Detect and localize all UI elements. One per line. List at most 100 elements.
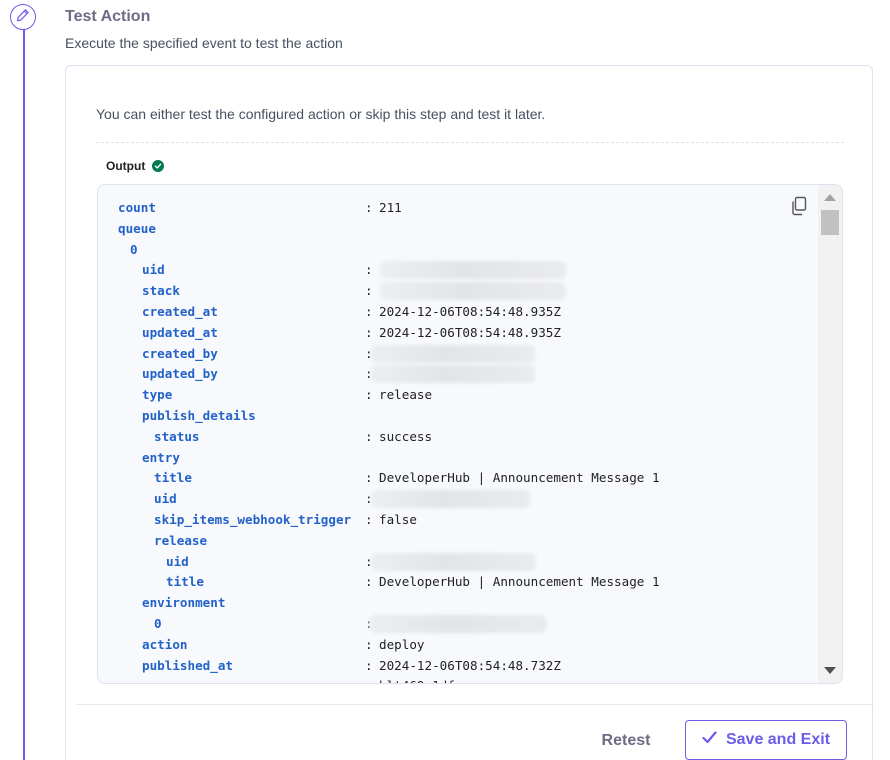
output-key: type	[142, 387, 173, 403]
output-row: skip_items_webhook_trigger: false	[98, 510, 798, 530]
output-key: publish_details	[142, 408, 256, 423]
output-row: stack:	[98, 281, 798, 301]
redacted-value	[380, 261, 566, 280]
output-value: false	[379, 512, 417, 527]
scroll-thumb[interactable]	[821, 210, 839, 235]
save-and-exit-label: Save and Exit	[725, 731, 831, 748]
output-separator: :	[365, 574, 373, 590]
output-row: updated_by:	[98, 364, 798, 384]
output-key: release	[154, 532, 208, 548]
pencil-icon	[16, 8, 30, 27]
output-row: queue	[98, 219, 798, 239]
output-separator: :	[365, 512, 373, 527]
output-separator: :	[365, 657, 373, 673]
output-key: uid	[154, 491, 177, 507]
scroll-up-arrow-icon[interactable]	[824, 194, 836, 201]
redacted-value	[371, 552, 536, 571]
redacted-value	[380, 282, 566, 301]
output-row: publish_details	[98, 406, 798, 426]
output-row: type: release	[98, 385, 798, 405]
output-value: 2024-12-06T08:54:48.935Z	[379, 324, 561, 340]
output-separator: :	[365, 636, 373, 652]
output-value: deploy	[379, 636, 425, 652]
output-separator: :	[365, 676, 373, 683]
output-row: release	[98, 531, 798, 551]
intro-text: You can either test the configured actio…	[96, 106, 546, 122]
output-label-text: Output	[106, 159, 146, 173]
output-key: title	[166, 574, 204, 590]
output-separator: :	[365, 304, 373, 319]
output-value: release	[379, 387, 433, 403]
output-row: created_by:	[98, 344, 798, 364]
step-timeline-line	[23, 27, 25, 760]
copy-icon[interactable]	[790, 196, 808, 216]
output-key: created_at	[142, 304, 218, 319]
output-row: title: DeveloperHub | Announcement Messag…	[98, 468, 798, 488]
output-value: success	[379, 428, 433, 444]
output-separator: :	[365, 283, 373, 299]
test-action-card: You can either test the configured actio…	[65, 65, 874, 760]
output-key: queue	[118, 220, 156, 236]
output-row: uid:	[98, 260, 798, 280]
output-value: 211	[379, 200, 402, 215]
output-value: DeveloperHub | Announcement Message 1	[379, 574, 660, 590]
output-key: uid	[166, 553, 189, 569]
output-key: 0	[154, 616, 162, 631]
output-value: DeveloperHub | Announcement Message 1	[379, 470, 660, 486]
output-scrollbar[interactable]	[818, 185, 842, 683]
output-row: title: DeveloperHub | Announcement Messag…	[98, 572, 798, 592]
dashed-divider	[96, 142, 844, 143]
output-separator: :	[365, 200, 373, 215]
scroll-down-arrow-icon[interactable]	[824, 667, 836, 674]
output-key: count	[118, 200, 156, 215]
output-value: 2024-12-06T08:54:48.732Z	[379, 657, 561, 673]
output-row: published_at:2024-12-06T08:54:48.732Z	[98, 656, 798, 676]
output-separator: :	[365, 387, 373, 403]
output-value: blt469c1df...	[379, 676, 478, 683]
output-key: action	[142, 636, 188, 652]
output-key: uid	[142, 262, 165, 278]
output-row: environment	[98, 593, 798, 613]
output-key: created_by	[142, 345, 218, 361]
output-separator: :	[365, 324, 373, 340]
output-row: updated_at:2024-12-06T08:54:48.935Z	[98, 323, 798, 343]
output-row: entry	[98, 448, 798, 468]
output-key: title	[154, 470, 192, 486]
check-circle-icon	[152, 160, 165, 172]
output-separator: :	[365, 428, 373, 444]
output-row: 0	[98, 240, 798, 260]
output-key: entry	[142, 449, 180, 465]
step-indicator	[10, 4, 36, 30]
output-key: skip_items_webhook_trigger	[154, 512, 352, 527]
output-row: action: deploy	[98, 635, 798, 655]
output-label: Output	[106, 159, 165, 173]
output-key: published_at	[142, 657, 233, 673]
output-row: : blt469c1df...	[98, 676, 798, 683]
output-row: status: success	[98, 427, 798, 447]
retest-button[interactable]: Retest	[586, 723, 666, 759]
save-and-exit-button[interactable]: Save and Exit	[685, 720, 847, 760]
output-key: updated_by	[142, 366, 218, 382]
output-row: uid:	[98, 552, 798, 572]
output-separator: :	[365, 262, 373, 278]
output-key: 0	[130, 241, 138, 257]
output-key: updated_at	[142, 324, 218, 340]
output-row: 0:	[98, 614, 798, 634]
redacted-value	[371, 344, 535, 363]
output-separator: :	[365, 470, 373, 486]
footer-divider	[76, 704, 874, 705]
output-row: uid:	[98, 489, 798, 509]
output-row: count:211	[98, 198, 798, 218]
output-value: 2024-12-06T08:54:48.935Z	[379, 304, 561, 319]
output-key: environment	[142, 595, 226, 611]
output-viewer[interactable]: count:211 queue 0 uid: stack: created_at:2024…	[97, 184, 843, 684]
redacted-value	[371, 490, 530, 509]
redacted-value	[369, 615, 547, 633]
output-row: created_at:2024-12-06T08:54:48.935Z	[98, 302, 798, 322]
redacted-value	[371, 365, 535, 384]
step-subtitle: Execute the specified event to test the …	[65, 35, 343, 51]
output-key: stack	[142, 283, 180, 299]
output-key: status	[154, 428, 200, 444]
step-title: Test Action	[65, 8, 151, 25]
checkmark-icon	[702, 731, 717, 749]
